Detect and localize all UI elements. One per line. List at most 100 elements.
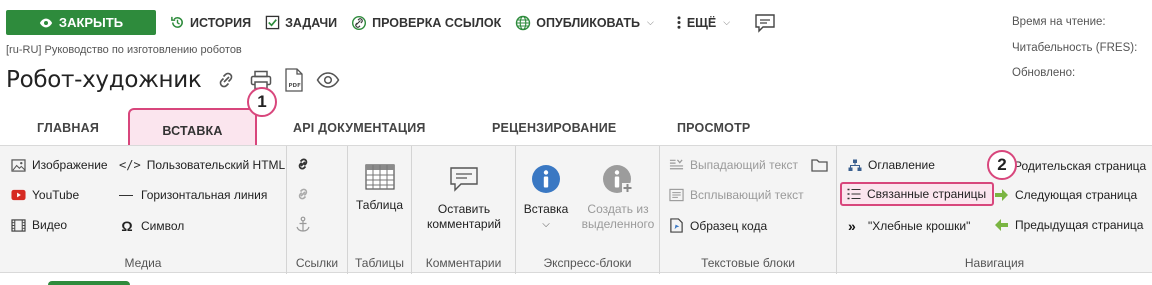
updated-label: Обновлено: — [1012, 67, 1076, 79]
insert-ribbon: Изображение YouTube Видео </> Пользовате… — [0, 145, 1152, 274]
table-icon — [364, 164, 395, 190]
page-title: Робот-художник — [6, 67, 202, 93]
media-group: Изображение YouTube Видео </> Пользовате… — [0, 146, 287, 274]
omega-icon: Ω — [121, 218, 133, 234]
code-sample-icon — [670, 218, 683, 233]
history-icon — [171, 16, 183, 28]
insert-symbol-button[interactable]: Ω Символ — [119, 218, 184, 234]
readability-label: Читабельность (FRES): — [1012, 42, 1138, 54]
more-label: ЕЩЁ — [686, 15, 717, 30]
code-sample-button[interactable]: Образец кода — [669, 218, 767, 233]
breadcrumbs-button[interactable]: » "Хлебные крошки" — [848, 218, 970, 234]
insert-table-button[interactable]: Таблица — [356, 164, 403, 213]
link-check-icon — [352, 15, 367, 30]
info-circle-icon — [532, 165, 560, 193]
create-from-selection-button[interactable]: Создать из выделенного — [580, 164, 656, 232]
checkbox-icon — [265, 15, 280, 30]
ribbon-tabs: ГЛАВНАЯ ВСТАВКА API ДОКУМЕНТАЦИЯ РЕЦЕНЗИ… — [0, 108, 1152, 146]
sitemap-icon — [848, 159, 862, 171]
more-dropdown[interactable]: ЕЩЁ ⌵ — [676, 10, 730, 35]
film-icon — [11, 218, 26, 232]
express-insert-dropdown[interactable]: Вставка ⌵ — [524, 164, 568, 232]
arrow-right-icon — [995, 189, 1008, 201]
links-group: Ссылки — [287, 146, 348, 274]
text-blocks-group: Выпадающий текст Всплывающий текст Образ… — [660, 146, 837, 274]
tab-insert-label: ВСТАВКА — [162, 124, 223, 138]
leave-comment-line2: комментарий — [427, 217, 501, 231]
create-from-line1: Создать из — [587, 202, 649, 216]
related-pages-button[interactable]: Связанные страницы — [840, 182, 995, 206]
insert-hr-button[interactable]: Горизонтальная линия — [119, 188, 267, 202]
text-blocks-group-label: Текстовые блоки — [701, 256, 795, 270]
chevron-down-icon: ⌵ — [723, 17, 731, 27]
navigation-group-label: Навигация — [964, 256, 1025, 270]
link-check-label: ПРОВЕРКА ССЫЛОК — [372, 15, 502, 30]
next-page-button[interactable]: Следующая страница — [994, 188, 1137, 202]
tab-home[interactable]: ГЛАВНАЯ — [37, 121, 99, 135]
publish-label: ОПУБЛИКОВАТЬ — [536, 15, 640, 30]
arrow-left-icon — [995, 219, 1008, 231]
insert-image-button[interactable]: Изображение — [11, 158, 108, 172]
history-label: ИСТОРИЯ — [190, 15, 252, 30]
partial-green-button[interactable] — [48, 281, 130, 285]
tab-api-docs[interactable]: API ДОКУМЕНТАЦИЯ — [293, 121, 426, 135]
prev-page-label: Предыдущая страница — [1015, 218, 1144, 232]
parent-page-label: Родительская страница — [1014, 158, 1147, 173]
create-from-line2: выделенного — [581, 217, 655, 231]
anchor-icon — [296, 216, 310, 232]
folder-icon[interactable] — [811, 158, 828, 172]
horizontal-line-icon — [119, 194, 133, 196]
popup-text-label: Всплывающий текст — [690, 188, 804, 202]
popup-text-icon — [669, 188, 684, 202]
toc-button[interactable]: Оглавление — [848, 158, 935, 172]
table-label: Таблица — [356, 198, 404, 212]
publish-dropdown[interactable]: ОПУБЛИКОВАТЬ ⌵ — [515, 10, 654, 35]
toc-label: Оглавление — [868, 158, 935, 172]
tables-group-label: Таблицы — [354, 256, 404, 270]
insert-custom-html-button[interactable]: </> Пользовательский HTML — [119, 158, 285, 172]
link-check-button[interactable]: ПРОВЕРКА ССЫЛОК — [351, 10, 501, 35]
related-pages-label: Связанные страницы — [867, 187, 987, 201]
links-group-label: Ссылки — [295, 256, 339, 270]
express-group-label: Экспресс-блоки — [543, 256, 632, 270]
close-label: ЗАКРЫТЬ — [58, 15, 124, 30]
pdf-icon[interactable]: PDF — [284, 68, 304, 92]
tasks-button[interactable]: ЗАДАЧИ — [265, 10, 337, 35]
close-button[interactable]: ЗАКРЫТЬ — [6, 10, 156, 35]
leave-comment-line1: Оставить — [437, 202, 491, 216]
express-blocks-group: Вставка ⌵ Создать из выделенного Экспрес… — [516, 146, 660, 274]
tab-insert[interactable]: ВСТАВКА — [128, 108, 257, 146]
prev-page-button[interactable]: Предыдущая страница — [994, 218, 1143, 232]
code-tags-icon: </> — [119, 158, 141, 172]
globe-icon — [516, 15, 531, 30]
leave-comment-button[interactable]: Оставить комментарий — [424, 166, 504, 232]
tab-view[interactable]: ПРОСМОТР — [677, 121, 750, 135]
symbol-label: Символ — [141, 219, 185, 233]
comments-group-label: Комментарии — [425, 256, 502, 270]
dropdown-text-button[interactable]: Выпадающий текст — [669, 158, 798, 172]
eye-icon — [39, 18, 53, 27]
insert-youtube-button[interactable]: YouTube — [11, 188, 79, 202]
top-toolbar: ЗАКРЫТЬ ИСТОРИЯ ЗАДАЧИ ПРОВЕРКА ССЫЛОК О… — [6, 10, 776, 35]
link-icon[interactable] — [295, 156, 311, 172]
tab-review[interactable]: РЕЦЕНЗИРОВАНИЕ — [492, 121, 616, 135]
history-button[interactable]: ИСТОРИЯ — [170, 10, 251, 35]
comments-toggle-button[interactable] — [754, 10, 776, 35]
insert-video-button[interactable]: Видео — [11, 218, 67, 232]
dropdown-text-icon — [669, 159, 684, 170]
youtube-label: YouTube — [32, 188, 80, 202]
breadcrumb[interactable]: [ru-RU] Руководство по изготовлению робо… — [6, 44, 242, 56]
video-label: Видео — [32, 218, 68, 232]
code-sample-label: Образец кода — [690, 218, 768, 233]
reading-time-label: Время на чтение: — [1012, 16, 1106, 28]
link-icon[interactable] — [214, 70, 238, 90]
media-group-label: Медиа — [124, 256, 162, 270]
double-chevron-icon: » — [848, 218, 856, 234]
custom-html-label: Пользовательский HTML — [146, 158, 286, 172]
express-insert-label: Вставка — [523, 202, 569, 216]
list-icon — [847, 188, 861, 200]
popup-text-button[interactable]: Всплывающий текст — [669, 188, 804, 202]
preview-eye-icon[interactable] — [316, 71, 340, 89]
title-row: Робот-художник PDF — [6, 64, 340, 96]
comments-group: Оставить комментарий Комментарии — [412, 146, 516, 274]
